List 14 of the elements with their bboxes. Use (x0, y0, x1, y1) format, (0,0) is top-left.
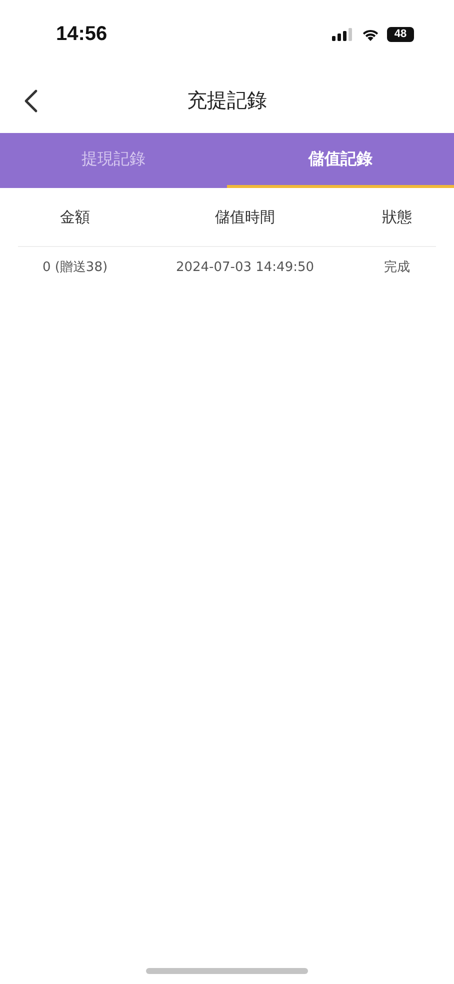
column-header: 金額 (59, 208, 91, 226)
battery-icon: 48 (387, 26, 414, 42)
table-cell-text: 2024-07-03 14:49:50 (174, 260, 316, 274)
status-time: 14:56 (56, 22, 108, 46)
table-cell-text: 完成 (383, 259, 411, 276)
signal-icon (332, 28, 354, 40)
column-header: 狀態 (381, 208, 413, 226)
tab[interactable]: 提現記錄 (0, 133, 227, 188)
table-cell-text: 0 (贈送38) (41, 259, 109, 276)
tab[interactable]: 儲值記錄 (227, 133, 454, 188)
back-icon[interactable] (24, 89, 38, 113)
column-header: 儲值時間 (214, 208, 276, 226)
wifi-icon (361, 27, 380, 41)
page-title: 充提記錄 (187, 87, 267, 114)
